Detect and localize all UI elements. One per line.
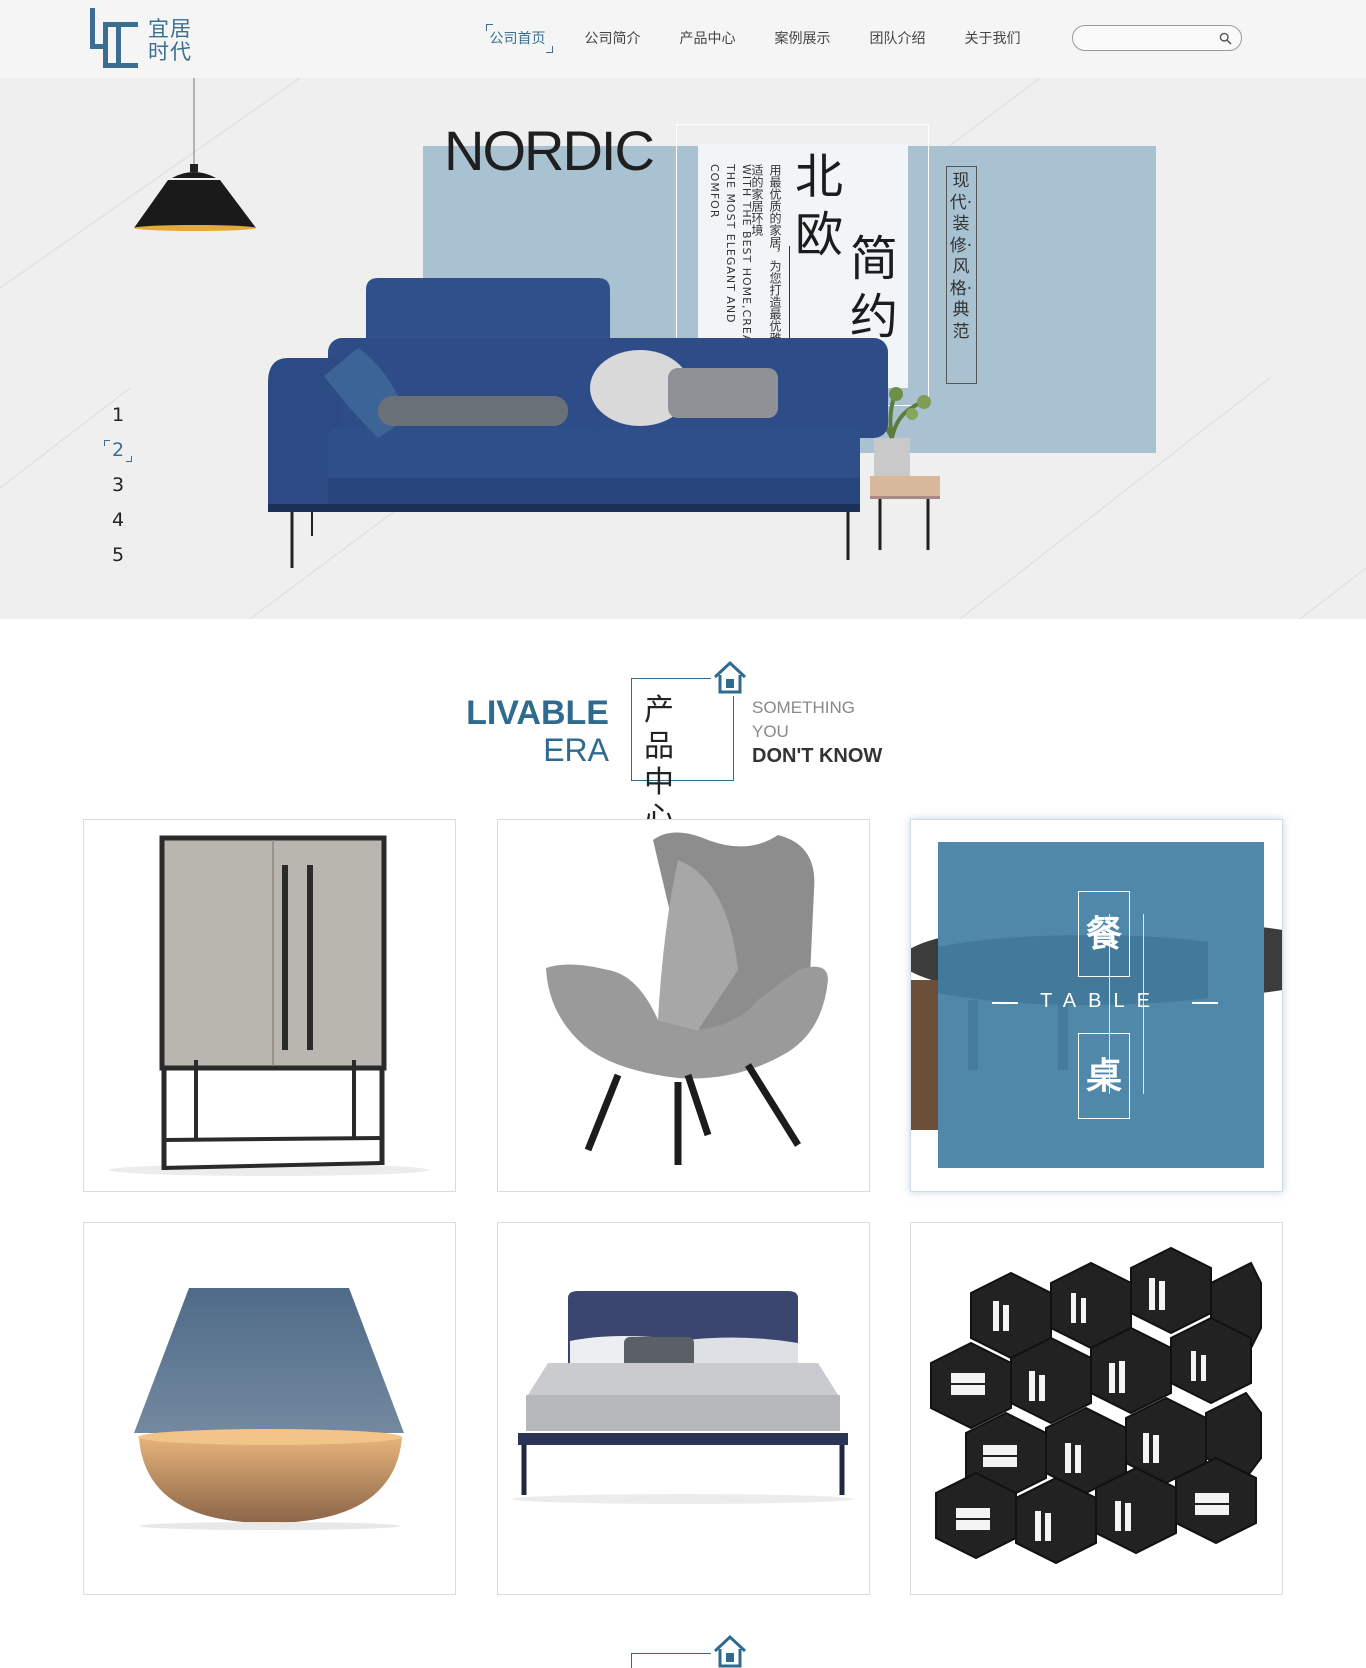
nav-item-label: 关于我们 [964, 31, 1021, 47]
nav-item-label: 产品中心 [679, 31, 736, 47]
active-bracket-icon [546, 46, 553, 53]
wing-chair-image [546, 832, 828, 1165]
cabinet-image [109, 835, 429, 1176]
heading-right-line: YOU [752, 722, 789, 741]
product-card-table[interactable]: 餐 TABLE 桌 [910, 819, 1283, 1192]
house-icon [711, 1632, 749, 1668]
logo-text-line: 宜居 [148, 17, 192, 41]
hero-tag: 现代·装修·风格·典范 [946, 166, 977, 384]
heading-right-bold: DON'T KNOW [752, 745, 883, 767]
bed-image [513, 1291, 853, 1504]
product-card-chair[interactable] [497, 819, 870, 1192]
nav-item-label: 公司简介 [584, 31, 641, 47]
table-overlay: 餐 TABLE 桌 [938, 842, 1264, 1168]
slide-dot-2[interactable]: 2 [98, 433, 138, 468]
heading-right-light: SOMETHING YOU [752, 696, 855, 744]
site-logo[interactable]: 宜居 时代 [90, 8, 200, 72]
slide-num-label: 2 [111, 439, 125, 461]
hero-headline: NORDIC [444, 119, 655, 182]
sofa-image [268, 278, 940, 568]
nav-item-home[interactable]: 公司首页 [470, 22, 565, 56]
header: 宜居 时代 公司首页 公司简介 产品中心 案例展示 团队介绍 关于我们 [0, 0, 1366, 78]
product-card-bookshelf[interactable] [910, 1222, 1283, 1595]
active-bracket-icon [104, 440, 110, 446]
search-box [1072, 25, 1242, 51]
active-bracket-icon [126, 456, 132, 462]
overlay-cn-bottom: 桌 [1078, 1033, 1130, 1119]
main-nav: 公司首页 公司简介 产品中心 案例展示 团队介绍 关于我们 [470, 22, 1040, 56]
nav-item-team[interactable]: 团队介绍 [850, 22, 945, 56]
heading-title: 产品中心 [644, 693, 686, 836]
table-lamp-image [134, 1288, 404, 1530]
slide-dot-3[interactable]: 3 [98, 468, 138, 503]
nav-item-contact[interactable]: 关于我们 [945, 22, 1040, 56]
logo-mark-icon [90, 8, 138, 68]
slide-pager: 1 2 3 4 5 [98, 398, 138, 573]
nav-item-cases[interactable]: 案例展示 [755, 22, 850, 56]
search-input[interactable] [1085, 29, 1213, 47]
product-card-lamp[interactable] [83, 1222, 456, 1595]
logo-text-line: 时代 [148, 40, 192, 64]
hero-tag-text: 现代·装修·风格·典范 [949, 171, 973, 342]
nav-item-label: 案例展示 [774, 31, 831, 47]
page: 宜居 时代 公司首页 公司简介 产品中心 案例展示 团队介绍 关于我们 NORD… [0, 0, 1366, 1668]
bookshelf-image [930, 1246, 1262, 1565]
nav-item-label: 公司首页 [489, 31, 546, 47]
heading-left-light: ERA [543, 732, 609, 768]
search-icon[interactable] [1219, 32, 1232, 45]
product-card-cabinet[interactable] [83, 819, 456, 1192]
slide-dot-1[interactable]: 1 [98, 398, 138, 433]
nav-item-products[interactable]: 产品中心 [660, 22, 755, 56]
nav-item-about[interactable]: 公司简介 [565, 22, 660, 56]
pendant-lamp-image [134, 78, 256, 231]
house-icon [711, 658, 749, 696]
heading-right-line: SOMETHING [752, 698, 855, 717]
slide-dot-5[interactable]: 5 [98, 538, 138, 573]
heading-left-bold: LIVABLE [466, 694, 609, 732]
nav-item-label: 团队介绍 [869, 31, 926, 47]
product-card-bed[interactable] [497, 1222, 870, 1595]
slide-dot-4[interactable]: 4 [98, 503, 138, 538]
overlay-cn-top: 餐 [1078, 891, 1130, 977]
heading-box-edge [631, 1653, 711, 1654]
products-section-heading: LIVABLE ERA 产品中心 SOMETHING YOU DON'T KNO… [0, 656, 1366, 836]
hero-title-part-1: 北欧 [795, 149, 844, 263]
heading-box-edge [631, 1653, 632, 1668]
active-bracket-icon [486, 24, 493, 31]
logo-text: 宜居 时代 [148, 18, 192, 64]
next-section-heading [631, 1632, 751, 1668]
overlay-dash [1192, 1002, 1218, 1004]
hero-banner[interactable]: NORDIC WITH THE BEST HOME,CREATE THE MOS… [0, 78, 1366, 619]
